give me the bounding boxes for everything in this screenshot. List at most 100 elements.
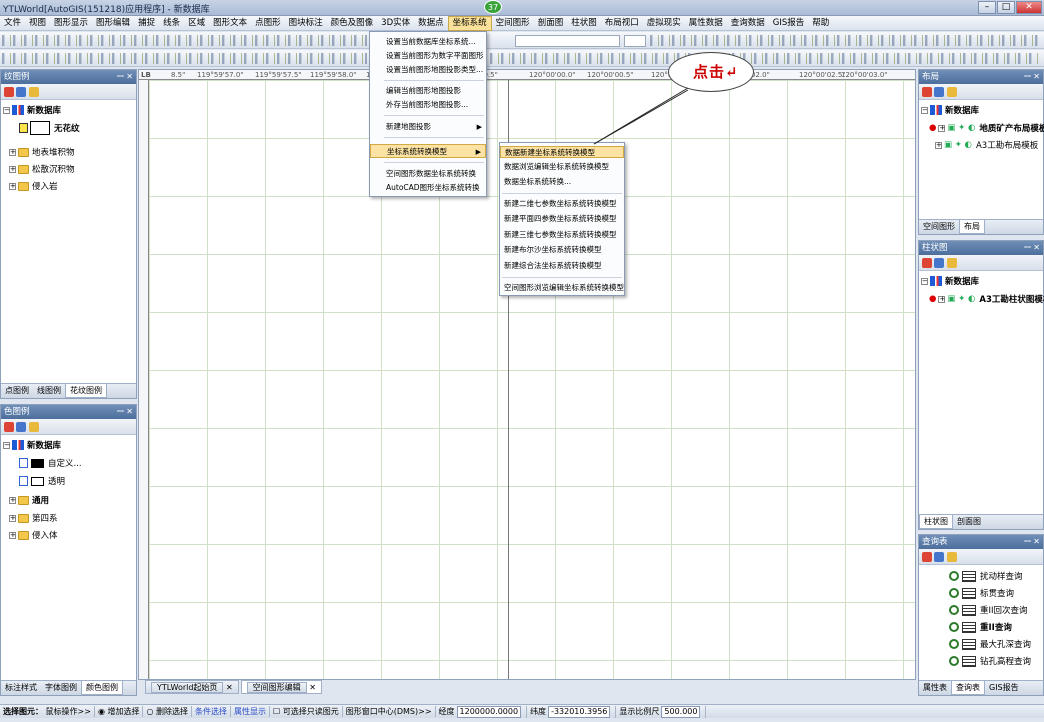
tab-point-legend[interactable]: 点图例 — [1, 384, 33, 398]
menu-item-transform-model[interactable]: 坐标系统转换模型 ▶ — [370, 144, 486, 158]
layout-panel: 布局 ꟷ ✕ − 新数据库 ● + ▣ ✦ ◐ 地质矿产布局模板 + ▣ ✦ ◐ A3工勘布局… — [918, 69, 1044, 235]
readonly-checkbox[interactable]: ☐ 可选择只读图元 — [270, 706, 343, 717]
tab-start-page[interactable]: YTLWorld起始页 ✕ — [145, 680, 239, 694]
menu-item[interactable]: 布局视口 — [601, 16, 643, 31]
menu-item[interactable]: 线条 — [159, 16, 184, 31]
menu-item[interactable]: 坐标系统 — [447, 15, 492, 31]
menu-item[interactable]: 区域 — [184, 16, 209, 31]
tree-item[interactable]: A3工勘布局模板 — [976, 139, 1038, 151]
tab-layout[interactable]: 布局 — [959, 220, 985, 234]
query-item[interactable]: 标贯查询 — [980, 587, 1014, 599]
query-item[interactable]: 钻孔高程查询 — [980, 655, 1031, 667]
menu-item[interactable]: 帮助 — [808, 16, 833, 31]
ruler-tick-label: 120°00'00.0" — [529, 71, 576, 79]
delete-select-radio[interactable]: ○ 删除选择 — [143, 706, 193, 717]
tree-item[interactable]: 松散沉积物 — [32, 163, 75, 175]
submenu-item-spatial-browse[interactable]: 空间图形浏览编辑坐标系统转换模型 — [500, 282, 624, 294]
tree-item[interactable]: 地质矿产布局模板 — [979, 122, 1044, 134]
tab-line-legend[interactable]: 线图例 — [33, 384, 65, 398]
menu-item[interactable]: 点图形 — [251, 16, 285, 31]
folder-icon — [18, 147, 29, 157]
menu-item[interactable]: 图形编辑 — [92, 16, 134, 31]
query-item[interactable]: 重II查询 — [980, 621, 1012, 633]
menu-item[interactable]: 颜色及图像 — [327, 16, 378, 31]
menu-item[interactable]: 图形显示 — [50, 16, 92, 31]
tab-spatial-graphics[interactable]: 空间图形 — [919, 220, 959, 234]
menu-item[interactable]: 数据点 — [414, 16, 448, 31]
tree-root[interactable]: 新数据库 — [945, 275, 979, 287]
condition-select-link[interactable]: 条件选择 — [192, 706, 232, 717]
menu-item-autocad-transform[interactable]: AutoCAD图形坐标系统转换 — [370, 181, 486, 195]
ruler-tick-label: 8.5" — [171, 71, 186, 79]
menu-item[interactable]: 查询数据 — [727, 16, 769, 31]
tab-pattern-legend[interactable]: 花纹图例 — [65, 384, 107, 398]
menu-item[interactable]: 剖面图 — [534, 16, 568, 31]
tree-item[interactable]: 无花纹 — [54, 122, 80, 134]
maximize-button[interactable]: □ — [997, 1, 1015, 14]
attribute-display-link[interactable]: 属性显示 — [231, 706, 271, 717]
menu-item[interactable]: 图形文本 — [209, 16, 251, 31]
menu-item[interactable]: 文件 — [0, 16, 25, 31]
menu-item[interactable]: GIS报告 — [769, 16, 809, 31]
color-legend-panel: 色图例 ꟷ ✕ − 新数据库 自定义... 透明 + 通用 + 第四系 + 侵入体 标注样… — [0, 404, 137, 696]
tab-gis-report[interactable]: GIS报告 — [985, 681, 1023, 695]
tree-item[interactable]: A3工勘柱状图模板 — [979, 293, 1044, 305]
layer-select[interactable] — [515, 35, 620, 47]
tab-color-legend[interactable]: 颜色图例 — [81, 681, 123, 695]
close-button[interactable]: ✕ — [1016, 1, 1042, 14]
menu-item[interactable]: 柱状图 — [567, 16, 601, 31]
submenu-item-3d-seven[interactable]: 新建三维七参数坐标系统转换模型 — [500, 229, 624, 241]
tree-item[interactable]: 自定义... — [48, 457, 82, 469]
menu-item-set-projection-type[interactable]: 设置当前图形地图投影类型... — [370, 63, 486, 77]
submenu-item-data-transform[interactable]: 数据坐标系统转换... — [500, 176, 624, 188]
tree-root[interactable]: 新数据库 — [27, 439, 61, 451]
longitude-field[interactable]: 1200000.0000 — [456, 705, 522, 718]
tree-root[interactable]: 新数据库 — [27, 104, 61, 116]
tree-item[interactable]: 第四系 — [32, 512, 58, 524]
scale-field[interactable]: 500.000 — [661, 705, 701, 718]
tree-item[interactable]: 地表堆积物 — [32, 146, 75, 158]
folder-icon — [18, 164, 29, 174]
menu-item[interactable]: 3D实体 — [377, 16, 414, 31]
query-item[interactable]: 扰动样查询 — [980, 570, 1023, 582]
menu-item[interactable]: 视图 — [25, 16, 50, 31]
menu-item-set-flat-map[interactable]: 设置当前图形为数字平面图形 — [370, 49, 486, 63]
menu-item[interactable]: 空间图形 — [492, 16, 534, 31]
tab-spatial-edit[interactable]: 空间图形编辑 ✕ — [240, 680, 322, 694]
panel-title: 柱状图 — [922, 243, 948, 253]
status-op: 鼠标操作>> — [45, 707, 91, 716]
add-select-radio[interactable]: ◉ 增加选择 — [95, 706, 144, 717]
tab-font-legend[interactable]: 字体图例 — [41, 681, 81, 695]
tree-item[interactable]: 侵入岩 — [32, 180, 58, 192]
query-item[interactable]: 重II回次查询 — [980, 604, 1028, 616]
menu-item-new-projection[interactable]: 新建地图投影 ▶ — [370, 120, 486, 134]
query-table-panel: 查询表 ꟷ ✕ 扰动样查询 标贯查询 重II回次查询 重II查询 最大孔深查询 钻孔高程查询… — [918, 534, 1044, 696]
tree-item[interactable]: 通用 — [32, 494, 49, 506]
menu-item[interactable]: 图块标注 — [285, 16, 327, 31]
tab-section-chart[interactable]: 剖面图 — [953, 515, 985, 529]
tab-column-chart[interactable]: 柱状图 — [919, 515, 953, 529]
menu-item[interactable]: 捕捉 — [134, 16, 159, 31]
tree-root[interactable]: 新数据库 — [945, 104, 979, 116]
menu-item[interactable]: 虚拟现实 — [643, 16, 685, 31]
submenu-item-browse-model[interactable]: 数据浏览编辑坐标系统转换模型 — [500, 161, 624, 173]
menu-item-set-db-coord[interactable]: 设置当前数据库坐标系统... — [370, 35, 486, 49]
size-select[interactable] — [624, 35, 646, 47]
submenu-item-combined[interactable]: 新建综合法坐标系统转换模型 — [500, 260, 624, 272]
menu-item-spatial-transform[interactable]: 空间图形数据坐标系统转换 — [370, 167, 486, 181]
submenu-item-plane-four[interactable]: 新建平面四参数坐标系统转换模型 — [500, 213, 624, 225]
tree-item[interactable]: 侵入体 — [32, 529, 58, 541]
ruler-tick-label: 119°59'57.5" — [255, 71, 302, 79]
submenu-item-2d-seven[interactable]: 新建二维七参数坐标系统转换模型 — [500, 198, 624, 210]
query-item[interactable]: 最大孔深查询 — [980, 638, 1031, 650]
tab-label-style[interactable]: 标注样式 — [1, 681, 41, 695]
menu-item[interactable]: 属性数据 — [685, 16, 727, 31]
tab-attribute-table[interactable]: 属性表 — [919, 681, 951, 695]
submenu-item-bursa[interactable]: 新建布尔沙坐标系统转换模型 — [500, 244, 624, 256]
tree-item[interactable]: 透明 — [48, 475, 65, 487]
tab-query-table[interactable]: 查询表 — [951, 681, 985, 695]
latitude-field[interactable]: -332010.3956 — [548, 705, 611, 718]
minimize-button[interactable]: – — [978, 1, 996, 14]
menu-item-edit-projection[interactable]: 编辑当前图形地图投影 — [370, 84, 486, 98]
menu-item-export-projection[interactable]: 外存当前图形地图投影... — [370, 98, 486, 112]
